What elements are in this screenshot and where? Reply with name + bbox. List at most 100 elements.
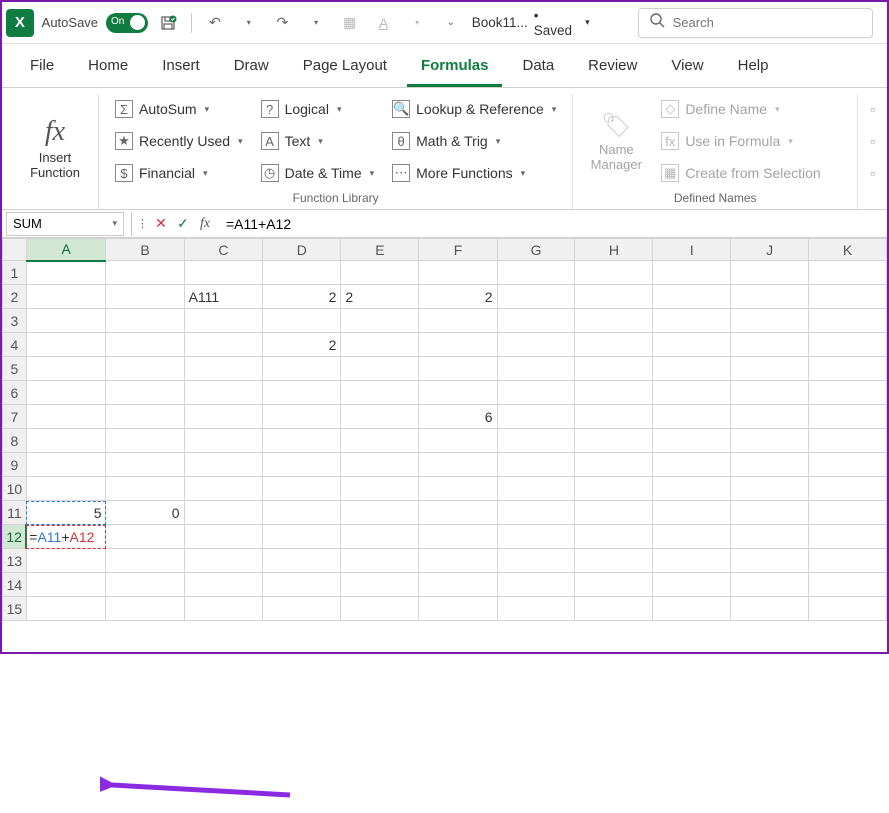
- qat-button-2[interactable]: A: [371, 10, 397, 36]
- col-header-I[interactable]: I: [653, 239, 731, 261]
- cell[interactable]: 2: [341, 285, 419, 309]
- tab-formulas[interactable]: Formulas: [407, 47, 503, 87]
- tab-data[interactable]: Data: [508, 47, 568, 87]
- grid-area: A B C D E F G H I J K 1 2A111222 3 42 5 …: [2, 238, 887, 621]
- lookup-button[interactable]: 🔍Lookup & Reference▾: [386, 94, 562, 124]
- row-header[interactable]: 12: [3, 525, 27, 549]
- qat-button-1[interactable]: ▦: [337, 10, 363, 36]
- logical-button[interactable]: ?Logical▾: [255, 94, 381, 124]
- autosave-toggle[interactable]: On: [106, 13, 148, 33]
- qat-customize-icon[interactable]: ⌄: [438, 10, 464, 36]
- row-header[interactable]: 9: [3, 453, 27, 477]
- cell[interactable]: 2: [263, 285, 341, 309]
- undo-dropdown-icon[interactable]: ▾: [236, 10, 262, 36]
- formula-bar: SUM ▾ ⋮ ✕ ✓ fx: [2, 210, 887, 238]
- enter-formula-button[interactable]: ✓: [172, 213, 194, 235]
- cell[interactable]: 6: [419, 405, 497, 429]
- cancel-formula-button[interactable]: ✕: [150, 213, 172, 235]
- tab-home[interactable]: Home: [74, 47, 142, 87]
- autosum-button[interactable]: ΣAutoSum▾: [109, 94, 249, 124]
- cell-A11[interactable]: 5: [26, 501, 106, 525]
- redo-dropdown-icon[interactable]: ▾: [303, 10, 329, 36]
- select-all-corner[interactable]: [3, 239, 27, 261]
- cell[interactable]: 2: [419, 285, 497, 309]
- row-header[interactable]: 10: [3, 477, 27, 501]
- col-header-K[interactable]: K: [809, 239, 887, 261]
- row-header[interactable]: 5: [3, 357, 27, 381]
- search-box[interactable]: [638, 8, 873, 38]
- row-header[interactable]: 15: [3, 597, 27, 621]
- mathtrig-button[interactable]: θMath & Trig▾: [386, 126, 562, 156]
- name-box[interactable]: SUM ▾: [6, 212, 124, 236]
- cell[interactable]: 0: [106, 501, 184, 525]
- row-header[interactable]: 14: [3, 573, 27, 597]
- function-library-label: Function Library: [109, 189, 562, 209]
- fx-button[interactable]: fx: [194, 213, 216, 235]
- tab-insert[interactable]: Insert: [148, 47, 214, 87]
- sigma-icon: Σ: [115, 100, 133, 118]
- chevron-down-icon[interactable]: ▾: [112, 218, 117, 229]
- grid-icon: ▦: [661, 164, 679, 182]
- financial-button[interactable]: $Financial▾: [109, 158, 249, 188]
- defined-names-label: Defined Names: [583, 189, 847, 209]
- insert-function-button[interactable]: fx Insert Function: [22, 94, 88, 203]
- col-header-A[interactable]: A: [26, 239, 106, 261]
- col-header-F[interactable]: F: [419, 239, 497, 261]
- col-header-G[interactable]: G: [497, 239, 575, 261]
- text-button[interactable]: AText▾: [255, 126, 381, 156]
- tab-file[interactable]: File: [16, 47, 68, 87]
- text-icon: A: [261, 132, 279, 150]
- search-input[interactable]: [673, 15, 862, 30]
- col-header-E[interactable]: E: [341, 239, 419, 261]
- tab-draw[interactable]: Draw: [220, 47, 283, 87]
- name-manager-button[interactable]: 🏷 Name Manager: [583, 94, 649, 189]
- col-header-C[interactable]: C: [184, 239, 263, 261]
- create-selection-button[interactable]: ▦Create from Selection: [655, 158, 826, 188]
- spreadsheet-grid[interactable]: A B C D E F G H I J K 1 2A111222 3 42 5 …: [2, 238, 887, 621]
- col-header-B[interactable]: B: [106, 239, 184, 261]
- tab-view[interactable]: View: [657, 47, 717, 87]
- theta-icon: θ: [392, 132, 410, 150]
- col-header-J[interactable]: J: [731, 239, 809, 261]
- tab-pagelayout[interactable]: Page Layout: [289, 47, 401, 87]
- qat-dropdown[interactable]: ▾: [404, 10, 430, 36]
- tab-review[interactable]: Review: [574, 47, 651, 87]
- row-header[interactable]: 1: [3, 261, 27, 285]
- recently-used-button[interactable]: ★Recently Used▾: [109, 126, 249, 156]
- formula-input[interactable]: [218, 212, 881, 236]
- row-header[interactable]: 7: [3, 405, 27, 429]
- col-header-D[interactable]: D: [263, 239, 341, 261]
- overflow-1[interactable]: ▫: [868, 94, 877, 124]
- row-header[interactable]: 13: [3, 549, 27, 573]
- group-function-library: ΣAutoSum▾ ★Recently Used▾ $Financial▾ ?L…: [99, 94, 573, 209]
- undo-icon[interactable]: ↶: [202, 10, 228, 36]
- cell[interactable]: 2: [263, 333, 341, 357]
- cell-A12-editing[interactable]: =A11+A12: [26, 525, 106, 549]
- group-defined-names: 🏷 Name Manager ◇Define Name▾ fxUse in Fo…: [573, 94, 858, 209]
- tag-icon: 🏷: [601, 111, 631, 140]
- row-header[interactable]: 3: [3, 309, 27, 333]
- save-icon[interactable]: [156, 10, 182, 36]
- overflow-3[interactable]: ▫: [868, 158, 877, 188]
- redo-icon[interactable]: ↷: [270, 10, 296, 36]
- ribbon-content: fx Insert Function ΣAutoSum▾ ★Recently U…: [2, 88, 887, 210]
- more-functions-button[interactable]: ⋯More Functions▾: [386, 158, 562, 188]
- use-in-formula-button[interactable]: fxUse in Formula▾: [655, 126, 826, 156]
- datetime-button[interactable]: ◷Date & Time▾: [255, 158, 381, 188]
- row-header[interactable]: 2: [3, 285, 27, 309]
- formula-ref-icon: fx: [661, 132, 679, 150]
- row-header[interactable]: 4: [3, 333, 27, 357]
- document-title[interactable]: Book11... • Saved ▾: [472, 8, 590, 38]
- lookup-icon: 🔍: [392, 100, 410, 118]
- row-header[interactable]: 6: [3, 381, 27, 405]
- recent-icon: ★: [115, 132, 133, 150]
- row-header[interactable]: 8: [3, 429, 27, 453]
- overflow-2[interactable]: ▫: [868, 126, 877, 156]
- define-icon: ◇: [661, 100, 679, 118]
- cell[interactable]: A111: [184, 285, 263, 309]
- financial-icon: $: [115, 164, 133, 182]
- define-name-button[interactable]: ◇Define Name▾: [655, 94, 826, 124]
- tab-help[interactable]: Help: [724, 47, 783, 87]
- row-header[interactable]: 11: [3, 501, 27, 525]
- col-header-H[interactable]: H: [575, 239, 653, 261]
